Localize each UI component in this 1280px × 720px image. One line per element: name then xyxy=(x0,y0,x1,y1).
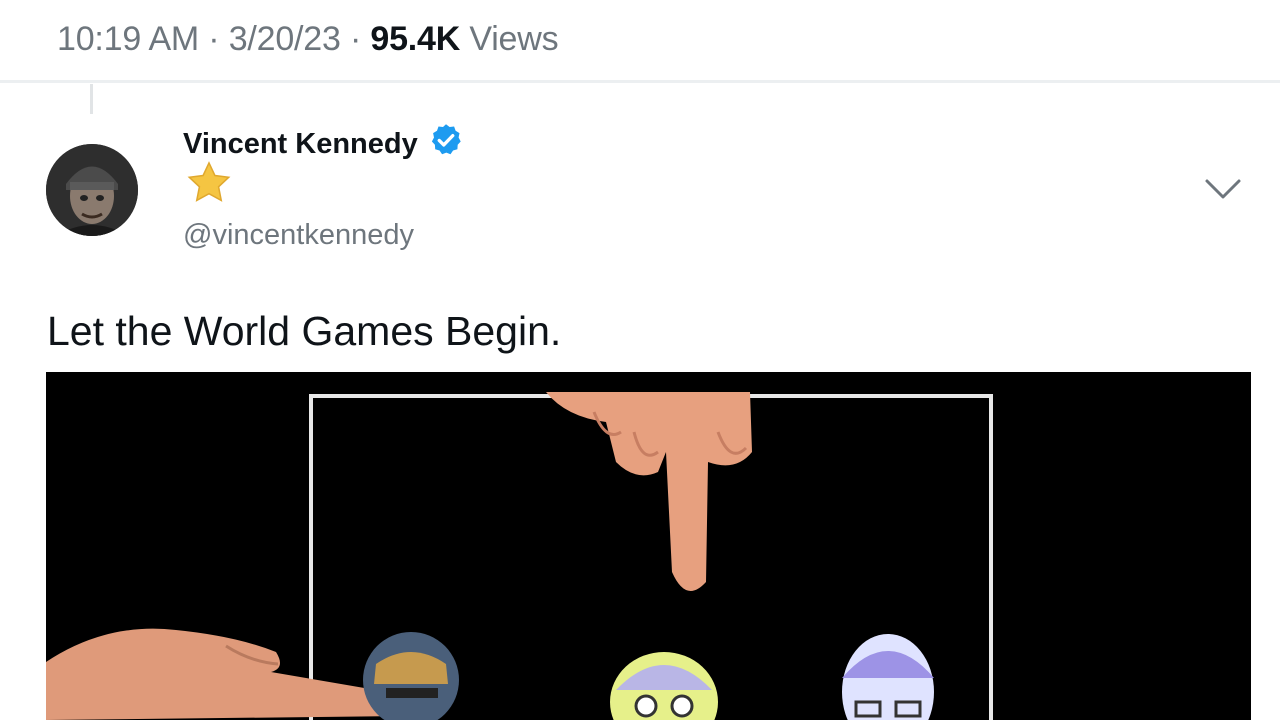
meta-separator: · xyxy=(340,20,371,58)
divider xyxy=(0,80,1280,83)
tweet-date: 3/20/23 xyxy=(228,20,341,58)
views-label: Views xyxy=(460,20,559,58)
author-name-text[interactable]: Vincent Kennedy xyxy=(183,128,418,161)
meta-separator: · xyxy=(199,20,229,58)
verified-badge-icon xyxy=(428,122,464,166)
star-icon xyxy=(186,161,232,210)
chevron-down-icon[interactable] xyxy=(1204,176,1242,207)
views-count[interactable]: 95.4K xyxy=(370,20,460,58)
avatar[interactable] xyxy=(46,144,138,236)
tweet-time: 10:19 AM xyxy=(57,20,200,58)
thread-connector xyxy=(90,84,93,114)
author-handle[interactable]: @vincentkennedy xyxy=(183,219,414,252)
tweet-media[interactable] xyxy=(46,372,1251,720)
tweet-meta: 10:19 AM · 3/20/23 · 95.4K Views xyxy=(57,20,559,59)
author-name[interactable]: Vincent Kennedy xyxy=(183,122,464,166)
tweet-text: Let the World Games Begin. xyxy=(47,308,562,354)
